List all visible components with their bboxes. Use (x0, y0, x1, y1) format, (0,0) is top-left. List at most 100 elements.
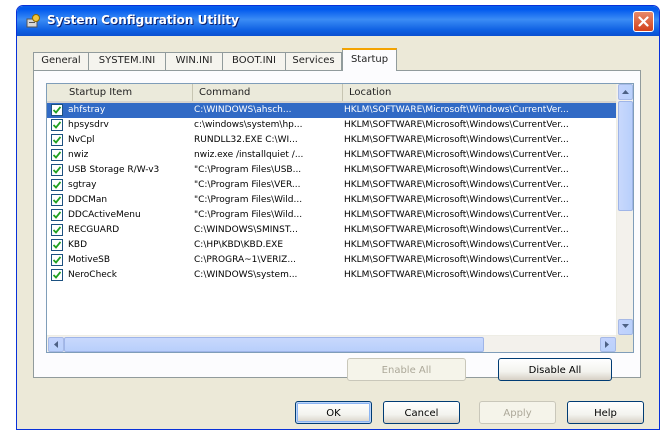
startup-item-location: HKLM\SOFTWARE\Microsoft\Windows\CurrentV… (344, 210, 569, 220)
column-header-command[interactable]: Command (193, 84, 343, 101)
list-item[interactable]: MotiveSB C:\PROGRA~1\VERIZ... HKLM\SOFTWAR… (47, 253, 617, 268)
close-button[interactable] (633, 11, 654, 32)
startup-item-name: USB Storage R/W-v3 (68, 165, 160, 175)
list-item[interactable]: KBD C:\HP\KBD\KBD.EXE HKLM\SOFTWARE\Micros… (47, 238, 617, 253)
checkmark-icon (53, 136, 61, 144)
disable-all-button[interactable]: Disable All (498, 358, 612, 381)
startup-item-name: hpsysdrv (68, 120, 109, 130)
close-icon (638, 16, 649, 27)
list-rows: ahfstray C:\WINDOWS\ahsch... HKLM\SOFTWARE… (47, 103, 617, 283)
startup-item-checkbox[interactable] (51, 179, 63, 191)
help-button[interactable]: Help (567, 401, 644, 424)
scroll-down-button[interactable] (618, 319, 633, 335)
startup-item-name: KBD (68, 240, 88, 250)
checkmark-icon (53, 256, 61, 264)
tab-label: BOOT.INI (232, 55, 276, 66)
title-bar[interactable]: System Configuration Utility (17, 6, 659, 36)
startup-item-command: "C:\Program Files\Wild... (194, 195, 303, 205)
startup-item-name: sgtray (68, 180, 97, 190)
startup-item-command: "C:\Program Files\VER... (194, 180, 301, 190)
list-item[interactable]: USB Storage R/W-v3 "C:\Program Files\USB.… (47, 163, 617, 178)
startup-item-checkbox[interactable] (51, 269, 63, 281)
checkmark-icon (53, 211, 61, 219)
checkmark-icon (53, 196, 61, 204)
startup-item-checkbox[interactable] (51, 164, 63, 176)
startup-item-checkbox[interactable] (51, 239, 63, 251)
tab-services[interactable]: Services (285, 52, 342, 70)
list-header: Startup Item Command Location (47, 84, 633, 103)
startup-item-checkbox[interactable] (51, 224, 63, 236)
window-title: System Configuration Utility (47, 13, 239, 27)
startup-item-checkbox[interactable] (51, 194, 63, 206)
tab-startup[interactable]: Startup (342, 48, 397, 71)
horizontal-scroll-thumb[interactable] (64, 337, 484, 352)
list-item[interactable]: DDCActiveMenu "C:\Program Files\Wild... HK… (47, 208, 617, 223)
vertical-scroll-thumb[interactable] (618, 101, 633, 211)
list-item[interactable]: RECGUARD C:\WINDOWS\SMINST... HKLM\SOFTWAR… (47, 223, 617, 238)
tab-system-ini[interactable]: SYSTEM.INI (88, 52, 166, 70)
arrow-up-icon (622, 90, 629, 94)
startup-item-location: HKLM\SOFTWARE\Microsoft\Windows\CurrentV… (344, 105, 569, 115)
system-configuration-window: System Configuration Utility General SYS… (16, 5, 660, 430)
vertical-scrollbar[interactable] (616, 84, 633, 335)
tab-general[interactable]: General (33, 52, 89, 70)
startup-items-list[interactable]: Startup Item Command Location ahfstray C:… (46, 83, 634, 353)
startup-item-name: DDCActiveMenu (68, 210, 141, 220)
cancel-button[interactable]: Cancel (383, 401, 460, 424)
startup-item-location: HKLM\SOFTWARE\Microsoft\Windows\CurrentV… (344, 180, 569, 190)
ok-button[interactable]: OK (295, 401, 372, 424)
startup-item-checkbox[interactable] (51, 254, 63, 266)
scrollbar-corner (616, 335, 633, 352)
startup-item-location: HKLM\SOFTWARE\Microsoft\Windows\CurrentV… (344, 195, 569, 205)
startup-item-checkbox[interactable] (51, 134, 63, 146)
horizontal-scrollbar[interactable] (47, 335, 617, 352)
list-item[interactable]: NvCpl RUNDLL32.EXE C:\WI... HKLM\SOFTWARE\… (47, 133, 617, 148)
startup-item-name: DDCMan (68, 195, 108, 205)
checkmark-icon (53, 241, 61, 249)
startup-item-name: NeroCheck (68, 270, 117, 280)
list-item[interactable]: DDCMan "C:\Program Files\Wild... HKLM\SOFT… (47, 193, 617, 208)
tab-boot-ini[interactable]: BOOT.INI (222, 52, 286, 70)
enable-all-button[interactable]: Enable All (347, 358, 466, 381)
startup-item-checkbox[interactable] (51, 119, 63, 131)
startup-item-command: C:\WINDOWS\SMINST... (194, 225, 298, 235)
startup-item-location: HKLM\SOFTWARE\Microsoft\Windows\CurrentV… (344, 240, 569, 250)
checkmark-icon (53, 121, 61, 129)
startup-item-location: HKLM\SOFTWARE\Microsoft\Windows\CurrentV… (344, 135, 569, 145)
checkmark-icon (53, 151, 61, 159)
scroll-right-button[interactable] (600, 337, 616, 352)
startup-item-command: C:\WINDOWS\ahsch... (194, 105, 292, 115)
arrow-right-icon (605, 341, 609, 348)
column-header-startup-item[interactable]: Startup Item (47, 84, 193, 101)
apply-button[interactable]: Apply (479, 401, 556, 424)
list-item[interactable]: nwiz nwiz.exe /installquiet /... HKLM\SOFT… (47, 148, 617, 163)
startup-item-command: "C:\Program Files\USB... (194, 165, 302, 175)
tab-win-ini[interactable]: WIN.INI (165, 52, 223, 70)
checkmark-icon (53, 166, 61, 174)
startup-item-command: C:\HP\KBD\KBD.EXE (194, 240, 284, 250)
startup-item-command: c:\windows\system\hp... (194, 120, 303, 130)
column-header-location[interactable]: Location (343, 84, 617, 101)
scroll-up-button[interactable] (618, 84, 633, 100)
checkmark-icon (53, 271, 61, 279)
list-item[interactable]: NeroCheck C:\WINDOWS\system... HKLM\SOFTWA… (47, 268, 617, 283)
startup-item-name: NvCpl (68, 135, 95, 145)
startup-item-name: nwiz (68, 150, 89, 160)
list-item[interactable]: sgtray "C:\Program Files\VER... HKLM\SOFTW… (47, 178, 617, 193)
startup-item-location: HKLM\SOFTWARE\Microsoft\Windows\CurrentV… (344, 270, 569, 280)
arrow-down-icon (622, 324, 629, 328)
list-item[interactable]: ahfstray C:\WINDOWS\ahsch... HKLM\SOFTWARE… (47, 103, 617, 118)
startup-item-checkbox[interactable] (51, 149, 63, 161)
startup-item-checkbox[interactable] (51, 209, 63, 221)
startup-item-command: C:\WINDOWS\system... (194, 270, 298, 280)
checkmark-icon (53, 226, 61, 234)
startup-item-name: ahfstray (68, 105, 106, 115)
list-item[interactable]: hpsysdrv c:\windows\system\hp... HKLM\SOFT… (47, 118, 617, 133)
tab-label: WIN.INI (175, 55, 213, 66)
startup-item-name: MotiveSB (68, 255, 111, 265)
startup-item-checkbox[interactable] (51, 104, 63, 116)
startup-item-location: HKLM\SOFTWARE\Microsoft\Windows\CurrentV… (344, 165, 569, 175)
tab-label: General (41, 55, 81, 66)
tab-label: Startup (350, 54, 389, 65)
scroll-left-button[interactable] (48, 337, 64, 352)
